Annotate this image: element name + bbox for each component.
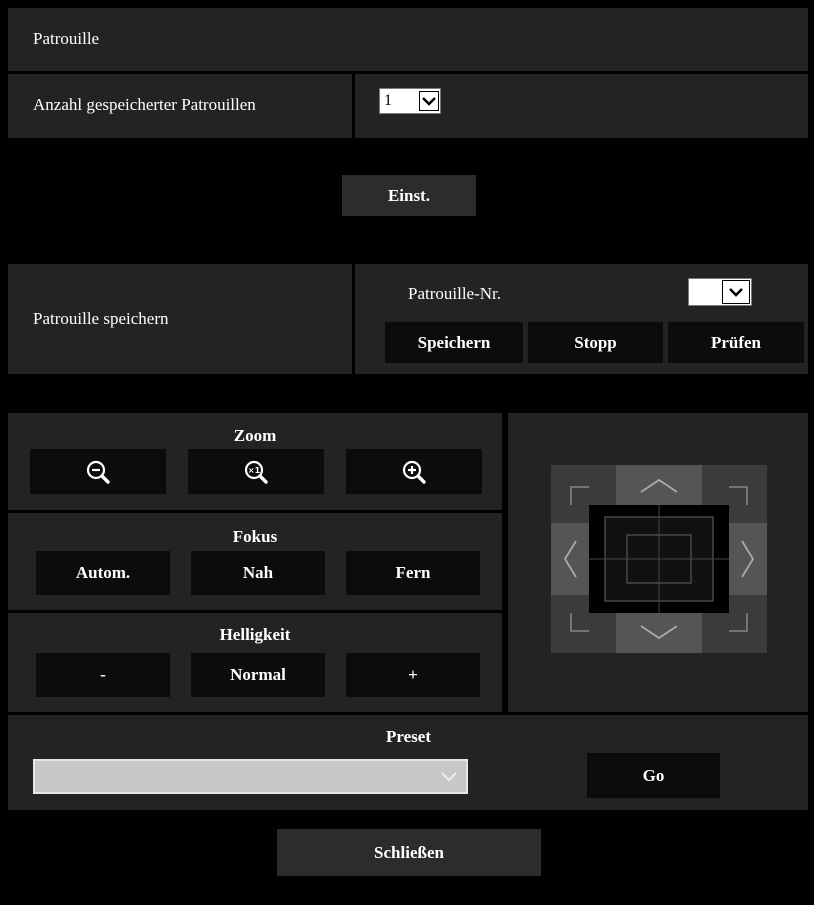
- zoom-x1-icon: ×1: [243, 459, 269, 485]
- svg-text:×1: ×1: [248, 466, 261, 475]
- close-button[interactable]: Schließen: [277, 829, 541, 876]
- preset-go-button[interactable]: Go: [587, 753, 720, 798]
- tilt-up-zone: [616, 465, 702, 505]
- focus-far-button[interactable]: Fern: [346, 551, 480, 595]
- page-title: Patrouille: [33, 29, 100, 48]
- brightness-title: Helligkeit: [219, 625, 291, 644]
- zoom-in-icon: [401, 459, 427, 485]
- stop-patrol-button[interactable]: Stopp: [528, 322, 663, 363]
- brightness-panel: Helligkeit - Normal +: [8, 613, 502, 712]
- count-value-cell: 1: [355, 74, 808, 138]
- save-controls-cell: Patrouille-Nr. Speichern Stopp Prüfen: [355, 264, 808, 374]
- patrol-number-select[interactable]: [688, 278, 752, 306]
- pan-left-zone: [551, 523, 589, 595]
- zoom-out-icon: [85, 459, 111, 485]
- focus-near-button[interactable]: Nah: [191, 551, 325, 595]
- tilt-down-zone: [616, 613, 702, 653]
- set-button[interactable]: Einst.: [342, 175, 476, 216]
- chevron-down-icon: [722, 280, 750, 304]
- zoom-panel: Zoom ×1: [8, 413, 502, 510]
- save-label-cell: Patrouille speichern: [8, 264, 352, 374]
- focus-auto-button[interactable]: Autom.: [36, 551, 170, 595]
- title-bar: Patrouille: [8, 8, 808, 71]
- count-label: Anzahl gespeicherter Patrouillen: [33, 95, 256, 114]
- focus-title: Fokus: [232, 527, 278, 546]
- patrol-count-select[interactable]: 1: [379, 88, 441, 114]
- chevron-down-icon: [419, 91, 439, 111]
- zoom-in-button[interactable]: [346, 449, 482, 494]
- save-patrol-button[interactable]: Speichern: [385, 322, 523, 363]
- patrol-number-label: Patrouille-Nr.: [408, 284, 502, 303]
- test-patrol-button[interactable]: Prüfen: [668, 322, 804, 363]
- patrol-count-value: 1: [384, 92, 392, 109]
- pan-tilt-panel: [508, 413, 808, 712]
- zoom-reset-button[interactable]: ×1: [188, 449, 324, 494]
- focus-panel: Fokus Autom. Nah Fern: [8, 513, 502, 610]
- pan-right-zone: [729, 523, 767, 595]
- chevron-down-icon: [440, 771, 458, 783]
- preset-panel: Preset Go: [8, 715, 808, 810]
- zoom-title: Zoom: [233, 426, 277, 445]
- zoom-out-button[interactable]: [30, 449, 166, 494]
- preset-title: Preset: [386, 727, 431, 746]
- preset-select[interactable]: [33, 759, 468, 794]
- count-label-cell: Anzahl gespeicherter Patrouillen: [8, 74, 352, 138]
- brightness-minus-button[interactable]: -: [36, 653, 170, 697]
- brightness-normal-button[interactable]: Normal: [191, 653, 325, 697]
- pan-tilt-pad[interactable]: [551, 465, 767, 653]
- brightness-plus-button[interactable]: +: [346, 653, 480, 697]
- save-patrol-label: Patrouille speichern: [33, 309, 169, 328]
